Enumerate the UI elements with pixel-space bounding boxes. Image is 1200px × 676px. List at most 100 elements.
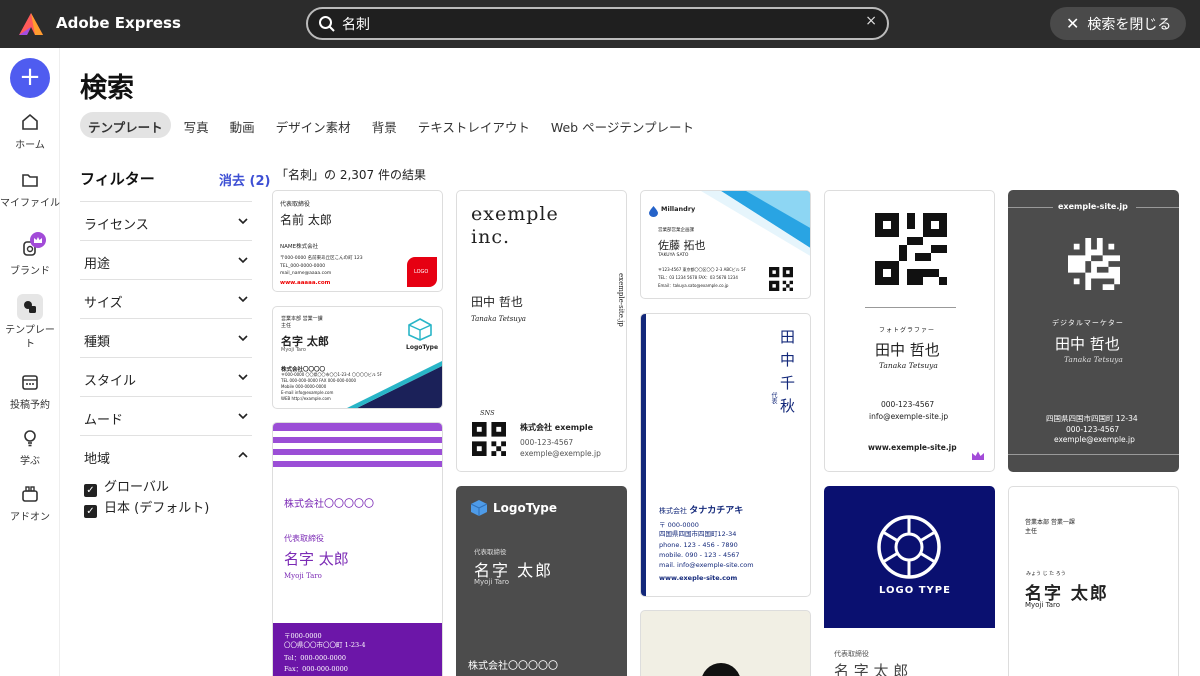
card-text: Fax：000-000-0000 <box>284 665 348 673</box>
card-text: 中 <box>780 351 796 369</box>
rail-item-addons[interactable]: アドオン <box>0 484 60 523</box>
region-option-global[interactable]: ✓ グローバル <box>84 476 169 497</box>
card-text: mail. info@exemple-site.com <box>659 561 754 569</box>
filter-usage[interactable]: 用途 <box>80 240 252 279</box>
tab-videos[interactable]: 動画 <box>222 112 263 138</box>
calendar-icon <box>22 375 38 390</box>
card-text: タナカチアキ <box>689 506 744 516</box>
clear-filters-link[interactable]: 消去 (2) <box>219 170 270 189</box>
filter-label: スタイル <box>84 374 137 389</box>
category-tabs: テンプレート 写真 動画 デザイン素材 背景 テキストレイアウト Web ページ… <box>80 112 707 138</box>
chevron-down-icon <box>238 335 248 342</box>
template-card[interactable] <box>640 610 811 676</box>
filter-label: ライセンス <box>84 218 149 233</box>
left-rail: + ホーム マイファイル ブランド テンプレート 投稿予約 学ぶ アドオン <box>0 48 60 676</box>
filter-license[interactable]: ライセンス <box>80 201 252 240</box>
card-text: 000-123-4567 <box>1066 425 1120 434</box>
folder-icon <box>22 174 38 187</box>
template-card[interactable]: 代表取締役 名前 太郎 NAME株式会社 〒000-0000 名前東あ丘区こんの… <box>272 190 443 292</box>
card-text: 営業本部 営業一課 <box>1025 519 1075 526</box>
checkbox-checked-icon[interactable]: ✓ <box>84 505 97 518</box>
card-text: TAKUYA SATO <box>658 253 689 258</box>
card-text: Myoji Taro <box>474 578 509 586</box>
template-card[interactable]: exemple inc. 田中 哲也 Tanaka Tetsuya exempl… <box>456 190 627 472</box>
premium-crown-icon <box>970 448 986 464</box>
rail-item-label: テンプレート <box>5 325 55 350</box>
tab-templates[interactable]: テンプレート <box>80 112 171 138</box>
template-icon <box>17 294 43 320</box>
card-text: 代表取締役 <box>284 534 324 543</box>
close-icon: ✕ <box>1066 14 1080 33</box>
card-text: 千 <box>780 374 796 392</box>
card-text: 四国県四国市四国町12-34 <box>659 530 737 538</box>
template-card[interactable]: LOGO TYPE 代表取締役 名 字 太 郎 <box>824 486 995 676</box>
clear-search-icon[interactable]: × <box>865 13 877 29</box>
rail-item-learn[interactable]: 学ぶ <box>0 428 60 467</box>
qr-code-icon <box>769 267 793 291</box>
tab-web-pages[interactable]: Web ページテンプレート <box>543 112 702 138</box>
rail-item-home[interactable]: ホーム <box>0 112 60 151</box>
card-text: 〒123-4567 東京都〇〇区〇〇 2-3 ABCビル 5F <box>658 267 746 272</box>
card-text: 〒000-0000 名前東あ丘区こんの町 123 <box>280 256 363 261</box>
template-card[interactable]: 営業本部 営業一課 主任 みょう じ た ろう 名字 太郎 Myoji Taro <box>1008 486 1179 676</box>
card-text: LOGO <box>414 269 429 275</box>
card-text: 四国県四国市四国町 12-34 <box>1046 414 1138 423</box>
chevron-down-icon <box>238 218 248 225</box>
rail-item-my-files[interactable]: マイファイル <box>0 170 60 209</box>
search-input[interactable] <box>342 14 842 34</box>
template-card[interactable]: Millandry 営業部営業企画課 佐藤 拓也 TAKUYA SATO 〒12… <box>640 190 811 299</box>
template-card[interactable]: LogoType 代表取締役 名字 太郎 Myoji Taro 株式会社〇〇〇〇… <box>456 486 627 676</box>
rail-item-label: 学ぶ <box>20 456 40 467</box>
rail-item-label: マイファイル <box>0 198 60 209</box>
tab-backgrounds[interactable]: 背景 <box>364 112 405 138</box>
rail-item-scheduler[interactable]: 投稿予約 <box>0 372 60 411</box>
create-button[interactable]: + <box>10 58 50 98</box>
template-card[interactable]: 株式会社〇〇〇〇〇 代表取締役 名字 太郎 Myoji Taro 〒000-00… <box>272 422 443 676</box>
aperture-logo-icon <box>877 515 941 579</box>
tab-text-layouts[interactable]: テキストレイアウト <box>410 112 538 138</box>
region-option-japan[interactable]: ✓ 日本 (デフォルト) <box>84 497 209 518</box>
card-text: 株式会社〇〇〇〇〇 <box>468 661 558 672</box>
rail-item-label: アドオン <box>10 512 50 523</box>
home-icon <box>22 113 38 130</box>
card-text: フォトグラファー <box>879 327 936 334</box>
close-search-button[interactable]: ✕ 検索を閉じる <box>1050 7 1186 40</box>
card-text: 株式会社 タナカチアキ <box>659 503 743 516</box>
card-text: 000-123-4567 <box>881 400 935 409</box>
filter-mood[interactable]: ムード <box>80 396 252 435</box>
card-text: Email：takuya.sato@example.co.jp <box>658 283 729 288</box>
filter-size[interactable]: サイズ <box>80 279 252 318</box>
template-card[interactable]: 田 中 千 秋 代表 株式会社 タナカチアキ 〒 000-0000 四国県四国市… <box>640 313 811 597</box>
card-text: www.exemple-site.jp <box>868 443 957 452</box>
card-text: 〇〇県〇〇市〇〇町 1-23-4 <box>284 641 366 649</box>
filter-region[interactable]: 地域 <box>80 435 252 474</box>
filter-label: 種類 <box>84 335 111 350</box>
chevron-down-icon <box>238 296 248 303</box>
option-label: 日本 (デフォルト) <box>104 501 210 516</box>
filter-style[interactable]: スタイル <box>80 357 252 396</box>
template-card[interactable]: exemple-site.jp デジタルマーケター 田中 哲也 Tanaka T… <box>1008 190 1179 472</box>
card-text: NAME株式会社 <box>280 244 319 250</box>
card-text: inc. <box>471 226 510 248</box>
card-text: 田 <box>780 328 796 346</box>
template-card[interactable]: フォトグラファー 田中 哲也 Tanaka Tetsuya 000-123-45… <box>824 190 995 472</box>
filter-label: ムード <box>84 413 124 428</box>
template-card[interactable]: 営業本部 営業一課 主任 名字 太郎 Myoji Taro 株式会社〇〇〇〇 〒… <box>272 306 443 409</box>
card-text: info@exemple-site.jp <box>869 412 949 421</box>
card-text: TEL：03 1234 5678 FAX：03 5678 1234 <box>658 275 738 280</box>
card-text: Tanaka Tetsuya <box>471 315 526 323</box>
checkbox-checked-icon[interactable]: ✓ <box>84 484 97 497</box>
filter-type[interactable]: 種類 <box>80 318 252 357</box>
rail-item-brand[interactable]: ブランド <box>0 232 60 277</box>
rail-item-templates[interactable]: テンプレート <box>0 294 60 352</box>
search-bar[interactable]: × <box>306 7 889 40</box>
card-text: みょう じ た ろう <box>1026 571 1066 577</box>
tab-design-assets[interactable]: デザイン素材 <box>268 112 359 138</box>
card-text: Millandry <box>661 205 696 213</box>
cube-logo-icon <box>470 500 488 516</box>
card-text: phone. 123 - 456 - 7890 <box>659 541 738 549</box>
card-text: 名 字 太 郎 <box>834 662 909 676</box>
tab-photos[interactable]: 写真 <box>176 112 217 138</box>
adobe-express-logo-icon[interactable] <box>18 12 44 36</box>
qr-code-icon <box>875 213 947 285</box>
